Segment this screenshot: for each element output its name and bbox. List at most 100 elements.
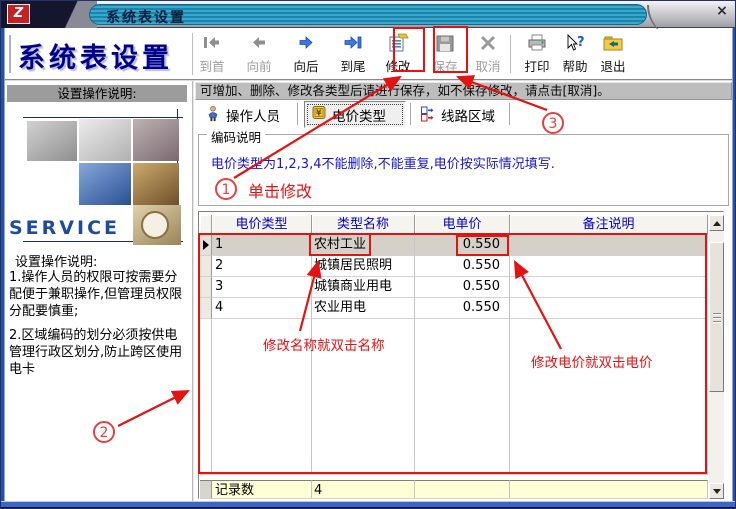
cell-price-type[interactable]: 4: [212, 298, 312, 319]
photo-tile-tools: [27, 121, 77, 161]
row-selector: [200, 298, 212, 319]
cell-type-name[interactable]: 农业用电: [312, 298, 415, 319]
tab-label: 线路区域: [441, 105, 495, 125]
scrollbar-thumb[interactable]: [709, 242, 724, 392]
footer-empty-cell: [510, 480, 708, 499]
table-row[interactable]: 1 农村工业 0.550: [200, 235, 708, 256]
toolbar-button-label: 取消: [465, 56, 511, 75]
toolbar-button-first[interactable]: 到首: [189, 30, 235, 78]
cell-type-name[interactable]: 农村工业: [312, 235, 415, 256]
cell-price-type[interactable]: 2: [212, 256, 312, 277]
cell-remark[interactable]: [510, 277, 708, 298]
cell-remark[interactable]: [510, 235, 708, 256]
toolbar-button-modify[interactable]: 修改: [375, 30, 421, 78]
annotation-circle-2: 2: [93, 421, 115, 443]
toolbar-button-prev[interactable]: 向前: [236, 30, 282, 78]
svg-text:?: ?: [577, 35, 585, 50]
footer-empty-cell: [415, 480, 510, 499]
toolbar-button-label: 到尾: [330, 56, 376, 75]
cell-price-type[interactable]: 1: [212, 235, 312, 256]
toolbar-button-cancel[interactable]: 取消: [465, 30, 511, 78]
toolbar-separator: [510, 35, 512, 73]
cell-remark[interactable]: [510, 298, 708, 319]
toolbar-button-label: 到首: [189, 56, 235, 75]
first-arrow-icon: [189, 32, 235, 56]
pages-icon: [420, 105, 436, 126]
col-header-remark[interactable]: 备注说明: [510, 215, 708, 235]
sidebar-instruction-1: 1.操作人员的权限可按需要分配便于兼职操作,但管理员权限分配要慎重;: [9, 269, 185, 320]
toolbar-button-label: 修改: [375, 56, 421, 75]
toolbar-button-exit[interactable]: 退出: [590, 30, 636, 78]
titlebar: Z 系统表设置 ×: [1, 1, 736, 28]
photo-tile-watch: [133, 205, 181, 245]
last-arrow-icon: [330, 32, 376, 56]
thumb-grip: [713, 321, 721, 322]
footer-selector-cell: [200, 480, 212, 499]
toolbar-button-label: 向前: [236, 56, 282, 75]
table-scrollbar[interactable]: [709, 215, 724, 499]
col-header-type-name[interactable]: 类型名称: [312, 215, 415, 235]
close-button[interactable]: ×: [711, 3, 733, 20]
table-row[interactable]: 2 城镇居民照明 0.550: [200, 256, 708, 277]
tab-line-areas[interactable]: 线路区域: [414, 102, 501, 128]
toolbar-button-save[interactable]: 保存: [422, 30, 468, 78]
toolbar-button-next[interactable]: 向后: [283, 30, 329, 78]
photo-tile-pen: [79, 119, 131, 161]
window-right-border: [732, 28, 736, 503]
annotation-name-hint: 修改名称就双击名称: [263, 334, 385, 354]
cell-type-name[interactable]: 城镇居民照明: [312, 256, 415, 277]
photo-tile-straps: [133, 119, 179, 161]
cell-remark[interactable]: [510, 256, 708, 277]
tab-separator: [509, 103, 510, 125]
toolbar-button-last[interactable]: 到尾: [330, 30, 376, 78]
row-selector: [200, 277, 212, 298]
selector-header-cell: [200, 215, 212, 235]
annotation-circle-1: 1: [215, 178, 237, 200]
toolbar-button-label: 向后: [283, 56, 329, 75]
cell-unit-price[interactable]: 0.550: [415, 298, 510, 319]
header-band: 系统表设置 到首 向前 向后 到尾 修改 保存 取消: [1, 29, 736, 81]
sidebar-note-title: 设置操作说明:: [15, 251, 97, 270]
save-icon: [422, 32, 468, 56]
prev-arrow-icon: [236, 32, 282, 56]
page-title: 系统表设置: [18, 36, 173, 75]
tab-separator: [410, 103, 411, 125]
tab-price-types[interactable]: ¥ 电价类型: [304, 101, 406, 128]
current-row-arrow-icon: [203, 240, 209, 250]
table-header-row: 电价类型 类型名称 电单价 备注说明: [200, 215, 708, 235]
titlebar-pill: 系统表设置: [89, 4, 647, 25]
cell-unit-price[interactable]: 0.550: [415, 235, 510, 256]
up-arrow-icon: [713, 221, 721, 226]
table-row[interactable]: 3 城镇商业用电 0.550: [200, 277, 708, 298]
titlebar-title: 系统表设置: [106, 7, 186, 27]
app-logo-icon: Z: [7, 4, 30, 24]
tab-operators[interactable]: 操作人员: [199, 102, 286, 128]
col-header-unit-price[interactable]: 电单价: [415, 215, 510, 235]
edit-icon: [375, 32, 421, 56]
message-bar: 可增加、删除、修改各类型后请进行保存，如不保存修改，请点击[取消]。: [195, 82, 732, 100]
photo-tile-keyboard: [79, 163, 131, 205]
exit-icon: [590, 32, 636, 56]
sidebar-instruction-2: 2.区域编码的划分必须按供电管理行政区划分,防止跨区使用电卡: [9, 327, 185, 378]
coding-note-legend: 编码说明: [207, 127, 265, 146]
col-header-price-type[interactable]: 电价类型: [212, 215, 312, 235]
service-collage-image: SERVICE: [7, 105, 189, 247]
cell-type-name[interactable]: 城镇商业用电: [312, 277, 415, 298]
window-bottom-border: [1, 501, 736, 509]
cell-unit-price[interactable]: 0.550: [415, 256, 510, 277]
header-tick: [9, 35, 11, 73]
table-row[interactable]: 4 农业用电 0.550: [200, 298, 708, 319]
thumb-grip: [713, 313, 721, 314]
records-footer-row: 记录数 4: [200, 480, 708, 499]
scrollbar-down-button[interactable]: [709, 483, 724, 499]
svg-text:¥: ¥: [316, 109, 322, 118]
cell-unit-price[interactable]: 0.550: [415, 277, 510, 298]
sidebar-content-divider: [192, 81, 195, 501]
cell-price-type[interactable]: 3: [212, 277, 312, 298]
records-count-label: 记录数: [212, 480, 312, 499]
window-left-border: [1, 28, 5, 503]
close-icon: ×: [716, 3, 728, 19]
coding-note-text: 电价类型为1,2,3,4不能删除,不能重复,电价按实际情况填写.: [211, 153, 555, 172]
row-selector: [200, 235, 212, 256]
scrollbar-up-button[interactable]: [709, 215, 724, 231]
